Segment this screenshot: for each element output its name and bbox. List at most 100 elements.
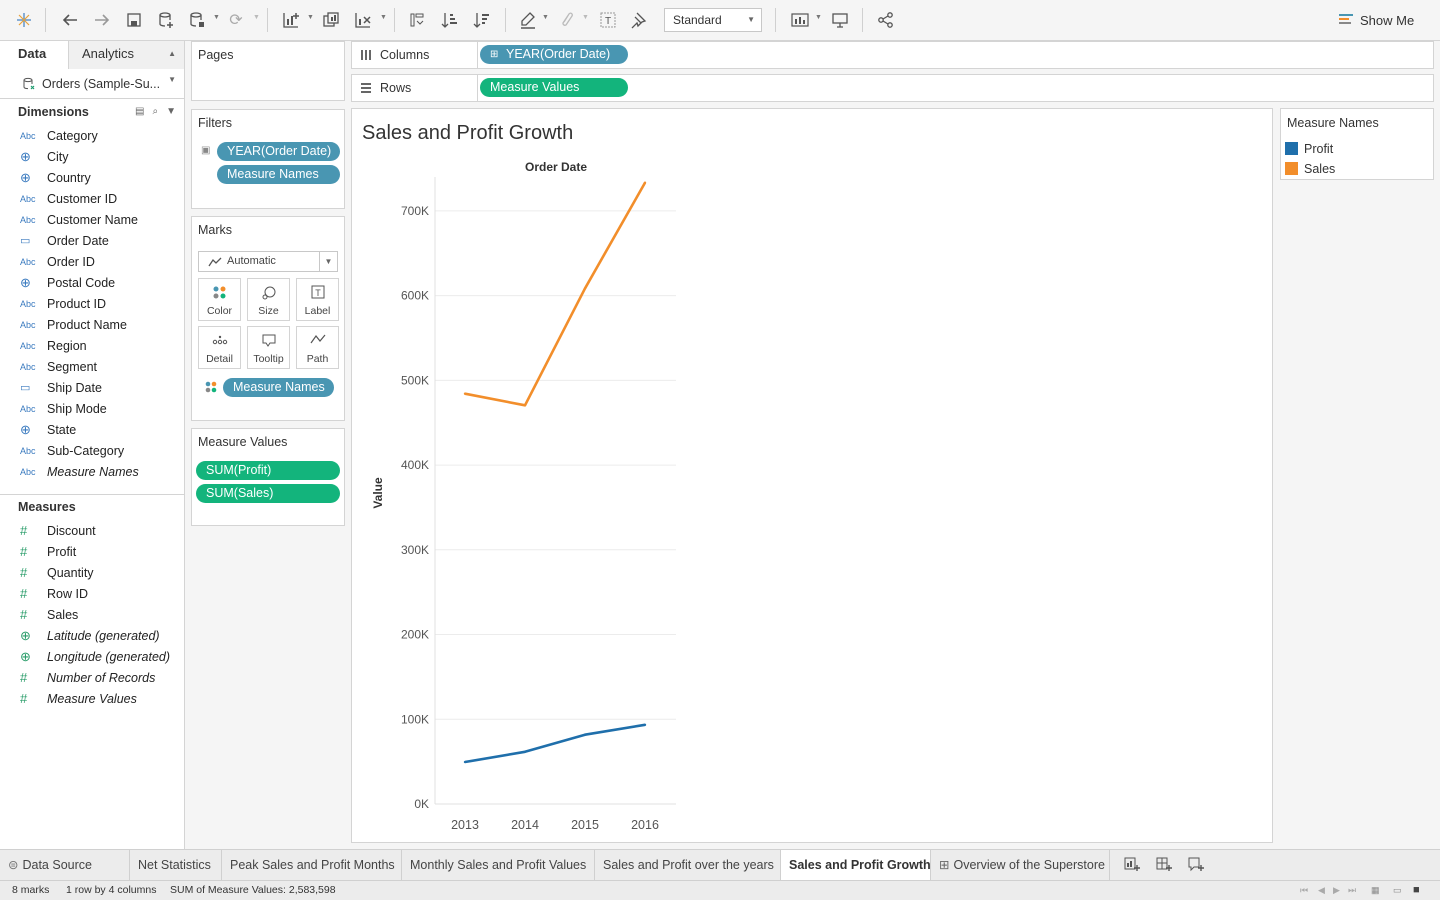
filmstrip-view-icon[interactable]: ▦ [1371,885,1380,896]
columns-shelf[interactable]: Columns ⊞ YEAR(Order Date) [351,41,1434,69]
mark-type-dropdown[interactable]: Automatic ▼ [198,251,338,272]
last-sheet-icon[interactable]: ⏭ [1348,885,1356,896]
dimension-field[interactable]: ⊕ City [0,146,184,167]
marks-pill-measure-names[interactable]: Measure Names [223,378,334,397]
chevron-down-icon[interactable]: ▼ [380,14,387,21]
sheet-sorter-icon[interactable]: ■ [1413,884,1420,896]
pause-updates-icon[interactable] [186,8,208,32]
tooltip-button[interactable]: Tooltip [247,326,290,369]
measure-field[interactable]: # Sales [0,604,184,625]
measure-field[interactable]: ⊕ Longitude (generated) [0,646,184,667]
size-button[interactable]: Size [247,278,290,321]
undo-icon[interactable] [58,8,82,32]
refresh-icon[interactable]: ⟳ [224,8,248,32]
measure-field[interactable]: # Row ID [0,583,184,604]
dimension-field[interactable]: Abc Measure Names [0,461,184,482]
clear-sheet-icon[interactable] [351,8,375,32]
columns-pill-year-order-date[interactable]: ⊞ YEAR(Order Date) [480,45,628,64]
tab-sales-profit-growth[interactable]: Sales and Profit Growth [781,850,931,880]
dimension-field[interactable]: Abc Product ID [0,293,184,314]
new-worksheet-tab-icon[interactable] [1122,856,1142,874]
measure-field[interactable]: # Number of Records [0,667,184,688]
color-button[interactable]: Color [198,278,241,321]
legend-item-sales[interactable]: Sales [1285,159,1431,178]
measure-value-pill-sales[interactable]: SUM(Sales) [196,484,340,503]
dimension-field[interactable]: Abc Order ID [0,251,184,272]
filters-card[interactable]: Filters ▣ YEAR(Order Date) Measure Names [191,109,345,209]
view-toggle-icon[interactable]: ▤ [135,101,144,123]
path-button[interactable]: Path [296,326,339,369]
filter-pill-measure-names[interactable]: Measure Names [217,165,340,184]
legend-item-profit[interactable]: Profit [1285,139,1431,158]
next-sheet-icon[interactable]: ▶ [1333,885,1340,896]
chevron-down-icon[interactable]: ▼ [166,101,176,123]
tab-data[interactable]: Data [0,41,68,69]
measure-value-pill-profit[interactable]: SUM(Profit) [196,461,340,480]
tableau-logo-icon[interactable] [12,8,36,32]
dimension-field[interactable]: ⊕ State [0,419,184,440]
dimension-field[interactable]: Abc Region [0,335,184,356]
highlight-icon[interactable] [516,8,540,32]
tab-analytics[interactable]: Analytics ▲ ▼ [68,41,184,84]
rows-pill-measure-values[interactable]: Measure Values [480,78,628,97]
dimension-field[interactable]: ⊕ Postal Code [0,272,184,293]
presentation-mode-icon[interactable] [828,8,852,32]
new-story-tab-icon[interactable] [1186,856,1206,874]
filter-pill-year-order-date[interactable]: YEAR(Order Date) [217,142,340,161]
viz-view[interactable]: Sales and Profit Growth 0K 100K 200K 300K 40… [351,108,1273,843]
tab-net-statistics[interactable]: Net Statistics [130,850,222,880]
dimension-field[interactable]: ⊕ Country [0,167,184,188]
fix-axes-icon[interactable] [626,8,650,32]
dimension-field[interactable]: ▭ Order Date [0,230,184,251]
search-icon[interactable]: ⌕ [152,101,158,123]
measure-field[interactable]: # Discount [0,520,184,541]
chevron-down-icon[interactable]: ▼ [542,14,549,21]
chevron-down-icon[interactable]: ▼ [213,14,220,21]
detail-button[interactable]: Detail [198,326,241,369]
save-icon[interactable] [122,8,146,32]
show-me-button[interactable]: Show Me [1338,8,1414,32]
measure-field[interactable]: # Quantity [0,562,184,583]
sort-ascending-icon[interactable] [438,8,462,32]
measure-field[interactable]: # Profit [0,541,184,562]
label-button[interactable]: T Label [296,278,339,321]
tab-peak-sales-profit-months[interactable]: Peak Sales and Profit Months [222,850,402,880]
share-icon[interactable] [874,8,898,32]
tab-sales-profit-over-years[interactable]: Sales and Profit over the years [595,850,781,880]
tab-monthly-sales-profit-values[interactable]: Monthly Sales and Profit Values [402,850,595,880]
duplicate-sheet-icon[interactable] [319,8,343,32]
dimension-field[interactable]: Abc Customer Name [0,209,184,230]
measure-field[interactable]: ⊕ Latitude (generated) [0,625,184,646]
rows-shelf[interactable]: Rows Measure Values [351,74,1434,102]
chevron-down-icon[interactable]: ▼ [815,14,822,21]
dimension-field[interactable]: Abc Customer ID [0,188,184,209]
line-chart[interactable]: 0K 100K 200K 300K 400K 500K 600K 700K 2013 2014 20… [352,109,1272,842]
dimension-field[interactable]: Abc Category [0,125,184,146]
new-worksheet-icon[interactable] [279,8,303,32]
show-mark-labels-icon[interactable]: T [596,8,620,32]
first-sheet-icon[interactable]: ⏮ [1300,885,1308,896]
chevron-down-icon[interactable]: ▼ [307,14,314,21]
measure-field[interactable]: # Measure Values [0,688,184,709]
chevron-down-icon[interactable]: ▼ [253,14,260,21]
tabs-view-icon[interactable]: ▭ [1393,885,1402,896]
chevron-down-icon[interactable]: ▼ [582,14,589,21]
datasource-item[interactable]: Orders (Sample-Su... [0,69,184,99]
sort-descending-icon[interactable] [470,8,494,32]
dimension-field[interactable]: Abc Ship Mode [0,398,184,419]
new-dashboard-tab-icon[interactable] [1154,856,1174,874]
dimension-field[interactable]: ▭ Ship Date [0,377,184,398]
tab-data-source[interactable]: ⊜ Data Source [0,850,130,880]
group-members-icon[interactable] [554,8,578,32]
prev-sheet-icon[interactable]: ◀ [1318,885,1325,896]
dimension-field[interactable]: Abc Sub-Category [0,440,184,461]
dimension-field[interactable]: Abc Product Name [0,314,184,335]
fit-dropdown[interactable]: Standard ▼ [664,8,762,32]
new-datasource-icon[interactable] [154,8,178,32]
pages-card[interactable]: Pages [191,41,345,101]
redo-icon[interactable] [90,8,114,32]
dimension-field[interactable]: Abc Segment [0,356,184,377]
show-cards-icon[interactable] [787,8,813,32]
swap-rows-columns-icon[interactable] [405,8,429,32]
tab-overview-superstore[interactable]: ⊞ Overview of the Superstore [931,850,1110,880]
